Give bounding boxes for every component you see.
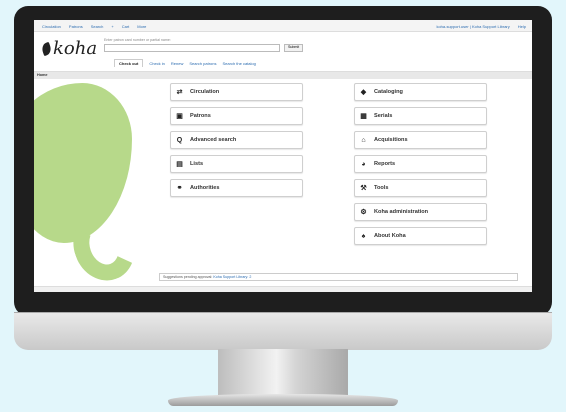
module-about-koha[interactable]: ♠ About Koha: [354, 227, 487, 245]
module-label: Advanced search: [190, 137, 237, 143]
module-authorities[interactable]: ⚭ Authorities: [170, 179, 303, 197]
module-label: Lists: [190, 161, 204, 167]
suggestions-link[interactable]: Koha Support Library: 2: [213, 275, 251, 279]
module-cataloging[interactable]: ◆ Cataloging: [354, 83, 487, 101]
nav-more[interactable]: More: [137, 24, 146, 29]
submit-button[interactable]: Submit: [284, 44, 304, 52]
nav-search[interactable]: Search: [91, 24, 104, 29]
nav-patrons[interactable]: Patrons: [69, 24, 83, 29]
module-label: Patrons: [190, 113, 211, 119]
about-icon: ♠: [361, 232, 366, 240]
module-patrons[interactable]: ▣ Patrons: [170, 107, 303, 125]
module-lists[interactable]: ▤ Lists: [170, 155, 303, 173]
tab-search-catalog[interactable]: Search the catalog: [223, 61, 256, 67]
module-acquisitions[interactable]: ⌂ Acquisitions: [354, 131, 487, 149]
nav-plus[interactable]: +: [111, 24, 113, 29]
top-navigation: Circulation Patrons Search + Cart More k…: [34, 20, 532, 32]
tools-icon: ⚒: [360, 185, 367, 192]
module-reports[interactable]: ◕ Reports: [354, 155, 487, 173]
search-icon: Q: [176, 136, 183, 144]
module-label: About Koha: [374, 233, 406, 239]
search-tabs: Check out Check in Renew Search patrons …: [114, 59, 256, 67]
serials-icon: ▦: [360, 113, 367, 120]
module-advanced-search[interactable]: Q Advanced search: [170, 131, 303, 149]
nav-user-library[interactable]: koha-support.user | Koha Support Library: [436, 24, 509, 29]
module-serials[interactable]: ▦ Serials: [354, 107, 487, 125]
tab-renew[interactable]: Renew: [171, 61, 183, 67]
module-circulation[interactable]: ⇄ Circulation: [170, 83, 303, 101]
module-label: Circulation: [190, 89, 220, 95]
checkout-search: Enter patron card number or partial name…: [104, 38, 306, 52]
patron-search-input[interactable]: [104, 44, 280, 52]
module-label: Koha administration: [374, 209, 429, 215]
header: koha Enter patron card number or partial…: [34, 32, 532, 72]
patrons-icon: ▣: [176, 113, 183, 120]
module-label: Acquisitions: [374, 137, 408, 143]
circulation-icon: ⇄: [176, 89, 183, 96]
monitor-stand: [218, 349, 348, 397]
nav-cart[interactable]: Cart: [122, 24, 130, 29]
nav-help[interactable]: Help: [518, 24, 526, 29]
administration-icon: ⚙: [360, 209, 367, 216]
reports-icon: ◕: [361, 160, 366, 168]
acquisitions-icon: ⌂: [361, 136, 366, 144]
main-content: ⇄ Circulation ▣ Patrons Q Advanced searc…: [34, 79, 532, 291]
module-label: Reports: [374, 161, 396, 167]
pending-suggestions: Suggestions pending approval: Koha Suppo…: [159, 273, 518, 281]
tab-check-in[interactable]: Check in: [149, 61, 165, 67]
module-tools[interactable]: ⚒ Tools: [354, 179, 487, 197]
module-koha-administration[interactable]: ⚙ Koha administration: [354, 203, 487, 221]
suggestions-prefix: Suggestions pending approval:: [163, 275, 213, 279]
module-label: Tools: [374, 185, 389, 191]
tab-search-patrons[interactable]: Search patrons: [189, 61, 216, 67]
monitor-base: [168, 394, 398, 406]
lists-icon: ▤: [176, 161, 183, 168]
nav-circulation[interactable]: Circulation: [42, 24, 61, 29]
authorities-icon: ⚭: [176, 185, 183, 192]
module-label: Serials: [374, 113, 393, 119]
monitor-chin: [14, 312, 552, 350]
logo-text: koha: [53, 38, 98, 59]
breadcrumb[interactable]: Home: [34, 72, 532, 79]
cataloging-icon: ◆: [360, 89, 367, 96]
module-label: Authorities: [190, 185, 220, 191]
bottom-bar: [34, 286, 532, 292]
leaf-icon: [40, 41, 53, 56]
koha-logo[interactable]: koha: [40, 38, 98, 59]
search-hint: Enter patron card number or partial name…: [104, 38, 171, 42]
screen: Circulation Patrons Search + Cart More k…: [34, 20, 532, 292]
module-label: Cataloging: [374, 89, 403, 95]
tab-check-out[interactable]: Check out: [114, 59, 144, 67]
